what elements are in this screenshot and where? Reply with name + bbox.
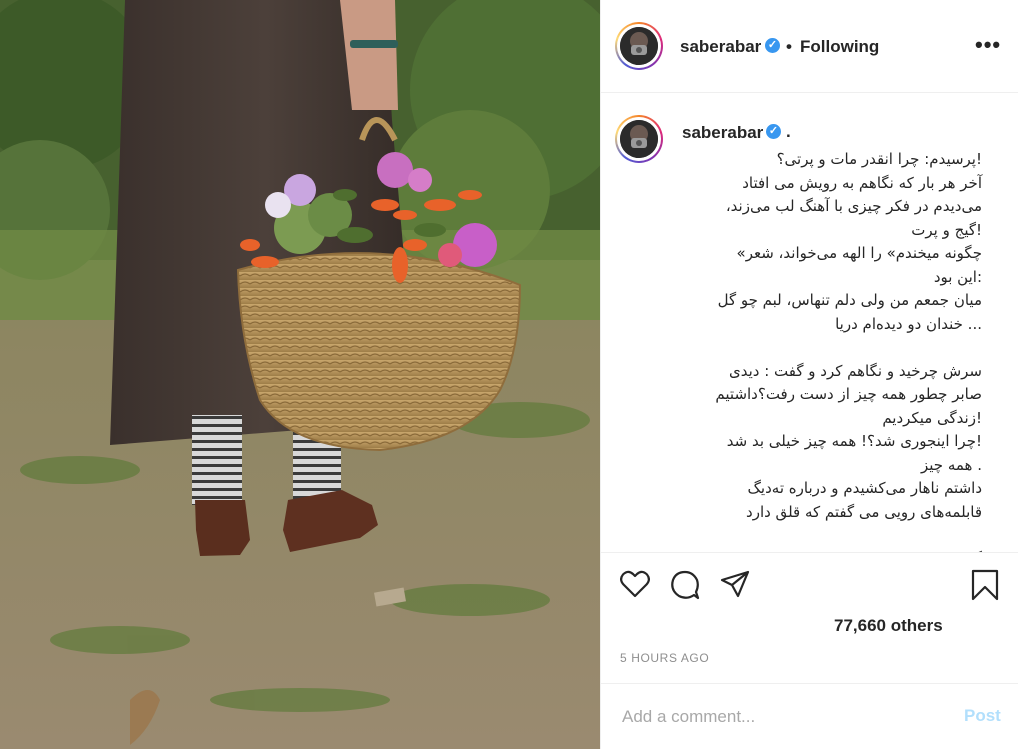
caption-area: saberabar ✓ . !پرسیدم: چرا انقدر مات و پ…: [600, 93, 1018, 553]
share-icon: [720, 570, 750, 598]
caption-line: [682, 524, 982, 548]
likes-count[interactable]: 77,660 others: [834, 616, 943, 636]
caption-line: قابلمه‌های رویی می گفتم که قلق دارد: [746, 502, 982, 521]
avatar[interactable]: [615, 22, 663, 70]
comment-button[interactable]: [670, 570, 700, 605]
header-username[interactable]: saberabar: [680, 37, 761, 57]
caption-line: آخر هر بار که نگاهم به رویش می افتاد: [742, 173, 982, 192]
post-photo[interactable]: [0, 0, 600, 749]
comment-icon: [671, 570, 700, 600]
bookmark-icon: [971, 569, 999, 601]
photo-illustration: [0, 0, 600, 749]
caption-avatar-photo-icon: [620, 120, 658, 158]
following-button[interactable]: Following: [800, 37, 879, 57]
caption-line: !زندگی میکردیم: [882, 408, 982, 427]
caption-text: !پرسیدم: چرا انقدر مات و پرتی؟ آخر هر بار…: [682, 148, 983, 553]
caption-line: !پرسیدم: چرا انقدر مات و پرتی؟: [776, 150, 982, 168]
comment-input[interactable]: [620, 704, 944, 730]
caption-line: میان جمعم من ولی دلم تنهاس، لبم چو گل: [717, 291, 982, 309]
caption-line: چگونه میخندم» را الهه می‌خواند، شعر»: [736, 244, 982, 262]
caption-line: گفتم: تن نباید داد! باید برای روز خوشی: [682, 548, 982, 553]
caption-line: :این بود: [933, 267, 982, 286]
heart-icon: [620, 570, 650, 598]
caption-username[interactable]: saberabar: [682, 123, 763, 143]
caption-line: !چرا اینجوری شد؟! همه چیز خیلی بد شد: [726, 432, 982, 450]
comment-form: Post: [600, 683, 1018, 749]
avatar-image: [620, 27, 658, 65]
caption-line: !گیج و پرت: [911, 220, 982, 239]
like-button[interactable]: [620, 570, 650, 603]
header-separator: •: [786, 37, 792, 56]
caption-verified-badge-icon: ✓: [766, 124, 781, 139]
caption-line: . همه چیز: [920, 455, 982, 474]
post-timestamp[interactable]: 5 HOURS AGO: [620, 651, 709, 665]
more-options-icon[interactable]: •••: [975, 32, 1001, 58]
caption-dot: .: [786, 122, 791, 141]
caption-line: سرش چرخید و نگاهم کرد و گفت : دیدی: [728, 361, 982, 380]
caption-avatar[interactable]: [615, 115, 663, 163]
save-button[interactable]: [971, 569, 999, 606]
caption-line: صابر چطور همه چیز از دست رفت؟داشتیم: [715, 385, 982, 403]
caption-line: ... خندان دو دیده‌ام دریا: [835, 314, 982, 333]
avatar-photo-icon: [620, 27, 658, 65]
caption-line: می‌دیدم در فکر چیزی با آهنگ لب می‌زند،: [725, 197, 982, 215]
share-button[interactable]: [720, 570, 750, 603]
verified-badge-icon: ✓: [765, 38, 780, 53]
caption-line: داشتم ناهار می‌کشیدم و درباره ته‌دیگ: [747, 479, 983, 497]
caption-line: [682, 336, 982, 360]
post-comment-button[interactable]: Post: [964, 706, 1001, 726]
caption-avatar-image: [620, 120, 658, 158]
